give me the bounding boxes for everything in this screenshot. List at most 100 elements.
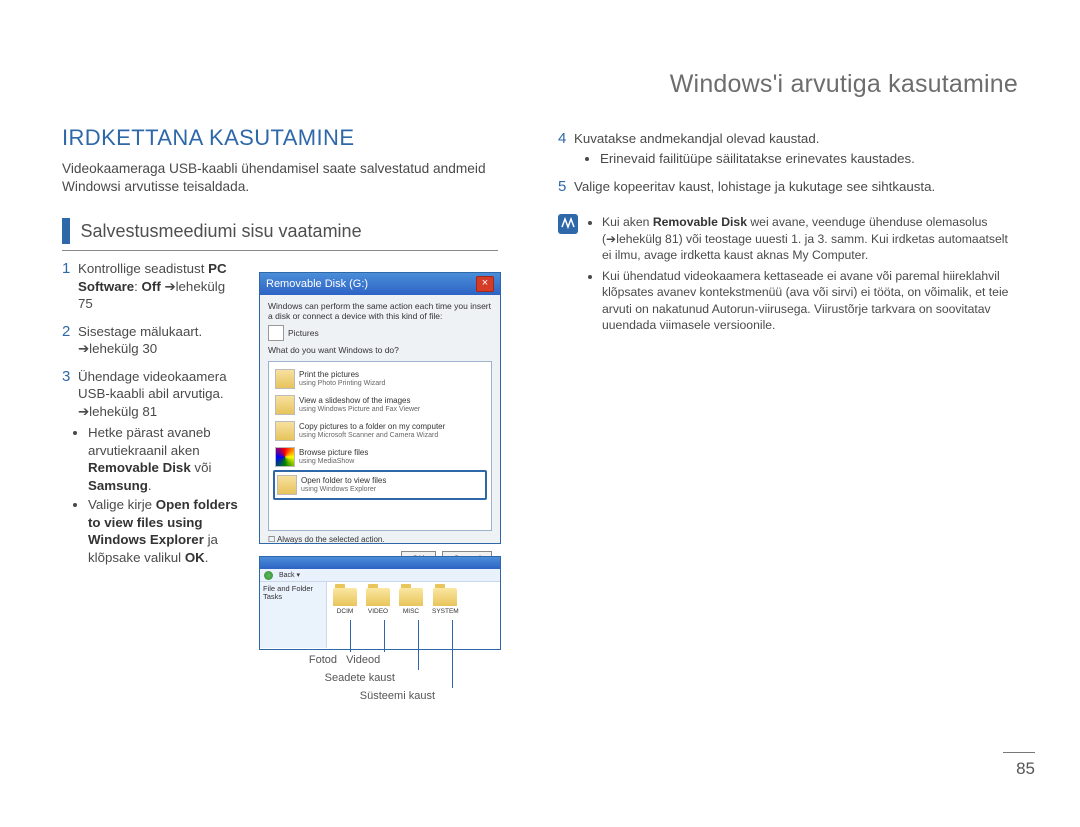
step-4-b1: Erinevaid failitüüpe säilitatakse erinev…: [600, 150, 1013, 168]
toolbar-text: Back ▾: [279, 571, 300, 579]
step-2-num: 2: [62, 323, 78, 358]
page-title: Windows'i arvutiga kasutamine: [670, 70, 1018, 99]
step-3-b1-a: Hetke pärast avaneb arvutiekraanil aken: [88, 425, 211, 458]
note-b1: Kui aken Removable Disk wei avane, veend…: [602, 214, 1013, 264]
dialog-opt-4: Browse picture filesusing MediaShow: [273, 444, 487, 470]
step-3-bullets: Hetke pärast avaneb arvutiekraanil aken …: [78, 424, 242, 566]
note-b1-a: Kui aken: [602, 215, 653, 229]
note-box: Kui aken Removable Disk wei avane, veend…: [558, 214, 1013, 338]
step-3-b2: Valige kirje Open folders to view files …: [88, 496, 242, 566]
dialog-title: Removable Disk (G:): [266, 278, 368, 290]
explorer-main: File and Folder Tasks DCIM VIDEO MISC SY…: [260, 582, 500, 648]
folder-icon: [277, 475, 297, 495]
picture-icon: [268, 325, 284, 341]
step-3-b2-e: .: [205, 550, 209, 565]
explorer-toolbar: Back ▾: [260, 569, 500, 582]
copy-icon: [275, 421, 295, 441]
opt5-s: using Windows Explorer: [301, 485, 483, 494]
opt2-s: using Windows Picture and Fax Viewer: [299, 405, 485, 414]
step-4-num: 4: [558, 130, 574, 168]
dialog-opt-1: Print the picturesusing Photo Printing W…: [273, 366, 487, 392]
explorer-sidebar: File and Folder Tasks: [260, 582, 327, 648]
close-icon: ×: [476, 276, 494, 292]
dialog-opt-5-highlighted: Open folder to view filesusing Windows E…: [273, 470, 487, 500]
callouts: Fotod Videod Seadete kaust Süsteemi kaus…: [295, 652, 435, 704]
callout-line: [452, 620, 453, 688]
folder-icon: [366, 588, 390, 606]
note-b2: Kui ühendatud videokaamera kettaseade ei…: [602, 268, 1013, 334]
dialog-opt-2: View a slideshow of the imagesusing Wind…: [273, 392, 487, 418]
note-text: Kui aken Removable Disk wei avane, veend…: [588, 214, 1013, 338]
subheading-block: Salvestusmeediumi sisu vaatamine: [62, 218, 498, 251]
dialog-opt-3: Copy pictures to a folder on my computer…: [273, 418, 487, 444]
dialog-chk-label: Always do the selected action.: [277, 535, 385, 544]
step-1-body: Kontrollige seadistust PC Software: Off …: [78, 260, 242, 313]
step-3-b1-c: või: [191, 460, 212, 475]
callout-videod: Videod: [346, 654, 380, 666]
opt5-t: Open folder to view files: [301, 476, 386, 485]
step-5-num: 5: [558, 178, 574, 196]
step-5-body: Valige kopeeritav kaust, lohistage ja ku…: [574, 178, 1013, 196]
steps-left: 1 Kontrollige seadistust PC Software: Of…: [62, 260, 242, 578]
step-3-b1-b: Removable Disk: [88, 460, 191, 475]
callout-systeemi: Süsteemi kaust: [295, 688, 435, 704]
folder-label-0: DCIM: [337, 608, 354, 615]
step-4-body: Kuvatakse andmekandjal olevad kaustad. E…: [574, 130, 1013, 168]
slideshow-icon: [275, 395, 295, 415]
folder-icon: [333, 588, 357, 606]
dialog-titlebar: Removable Disk (G:) ×: [260, 273, 500, 295]
dialog-pictures: Pictures: [288, 328, 319, 338]
explorer-titlebar: [260, 557, 500, 569]
opt1-t: Print the pictures: [299, 370, 359, 379]
subheading-rule: [62, 250, 498, 251]
step-2-body: Sisestage mälukaart. ➔lehekülg 30: [78, 323, 242, 358]
explorer-window-screenshot: Back ▾ File and Folder Tasks DCIM VIDEO …: [259, 556, 501, 650]
folder-label-2: MISC: [403, 608, 419, 615]
section-heading: IRDKETTANA KASUTAMINE: [62, 125, 354, 151]
step-5: 5 Valige kopeeritav kaust, lohistage ja …: [558, 178, 1013, 196]
dialog-question: What do you want Windows to do?: [268, 345, 492, 355]
subheading-text: Salvestusmeediumi sisu vaatamine: [80, 221, 361, 242]
dialog-option-list: Print the picturesusing Photo Printing W…: [268, 361, 492, 531]
note-b1-b: Removable Disk: [653, 215, 747, 229]
step-1-text-b: :: [134, 279, 141, 294]
folder-system: SYSTEM: [432, 588, 459, 615]
opt1-s: using Photo Printing Wizard: [299, 379, 485, 388]
opt4-t: Browse picture files: [299, 448, 368, 457]
explorer-folders: DCIM VIDEO MISC SYSTEM: [327, 582, 500, 648]
opt3-t: Copy pictures to a folder on my computer: [299, 422, 445, 431]
step-4-bullets: Erinevaid failitüüpe säilitatakse erinev…: [590, 150, 1013, 168]
callout-line: [384, 620, 385, 652]
print-icon: [275, 369, 295, 389]
step-3-b2-d: OK: [185, 550, 205, 565]
step-4: 4 Kuvatakse andmekandjal olevad kaustad.…: [558, 130, 1013, 168]
autoplay-dialog-screenshot: Removable Disk (G:) × Windows can perfor…: [259, 272, 501, 544]
callout-fotod: Fotod: [295, 652, 337, 668]
step-3-b2-a: Valige kirje: [88, 497, 156, 512]
folder-dcim: DCIM: [333, 588, 357, 615]
opt3-s: using Microsoft Scanner and Camera Wizar…: [299, 431, 485, 440]
opt2-t: View a slideshow of the images: [299, 396, 410, 405]
step-1: 1 Kontrollige seadistust PC Software: Of…: [62, 260, 242, 313]
step-3: 3 Ühendage videokaamera USB-kaabli abil …: [62, 368, 242, 569]
step-3-b1: Hetke pärast avaneb arvutiekraanil aken …: [88, 424, 242, 494]
step-3-text: Ühendage videokaamera USB-kaabli abil ar…: [78, 369, 227, 419]
step-1-b2: Off: [142, 279, 161, 294]
accent-bar: [62, 218, 70, 244]
folder-icon: [399, 588, 423, 606]
step-2: 2 Sisestage mälukaart. ➔lehekülg 30: [62, 323, 242, 358]
folder-label-1: VIDEO: [368, 608, 388, 615]
opt4-s: using MediaShow: [299, 457, 485, 466]
back-icon: [264, 571, 273, 580]
folder-icon: [433, 588, 457, 606]
step-4-text: Kuvatakse andmekandjal olevad kaustad.: [574, 131, 819, 146]
folder-video: VIDEO: [366, 588, 390, 615]
step-3-b1-e: .: [148, 478, 152, 493]
note-icon: [558, 214, 578, 234]
callout-line: [350, 620, 351, 652]
step-3-body: Ühendage videokaamera USB-kaabli abil ar…: [78, 368, 242, 569]
callout-seadete: Seadete kaust: [295, 670, 395, 686]
folder-label-3: SYSTEM: [432, 608, 459, 615]
dialog-checkbox-row: ☐ Always do the selected action.: [268, 535, 492, 545]
right-column: 4 Kuvatakse andmekandjal olevad kaustad.…: [558, 130, 1013, 338]
